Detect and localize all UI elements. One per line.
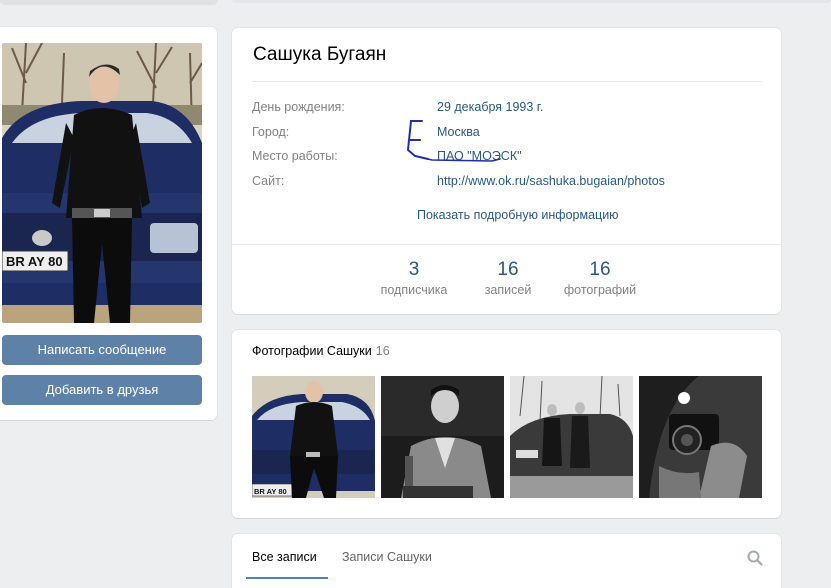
photo-image: BR AY 80 <box>252 376 375 498</box>
city-link[interactable]: Москва <box>437 125 480 139</box>
photo-image <box>639 376 762 498</box>
info-row-city: Город: Москва <box>252 125 762 145</box>
counter-number: 16 <box>497 259 519 280</box>
show-more-info-link[interactable]: Показать подробную информацию <box>417 208 619 222</box>
tab-own-posts[interactable]: Записи Сашуки <box>342 550 432 564</box>
profile-divider <box>252 81 762 82</box>
info-row-work: Место работы: ПАО "МОЭСК" <box>252 149 762 169</box>
tab-all-posts[interactable]: Все записи <box>252 550 317 564</box>
birthday-link[interactable]: 29 декабря 1993 г. <box>437 100 543 114</box>
counter-number: 3 <box>408 259 420 280</box>
photo-thumb-3[interactable] <box>510 376 633 498</box>
info-row-site: Сайт: http://www.ok.ru/sashuka.bugaian/p… <box>252 174 762 194</box>
photos-header[interactable]: Фотографии Сашуки 16 <box>252 344 390 358</box>
profile-name: Сашука Бугаян <box>253 44 387 65</box>
thumb-plate-text: BR AY 80 <box>254 487 287 496</box>
counter-label: подписчика <box>380 283 448 297</box>
counter-posts[interactable]: 16 записей <box>470 259 546 297</box>
info-row-birthday: День рождения: 29 декабря 1993 г. <box>252 100 762 120</box>
info-label: Город: <box>252 125 290 139</box>
photo-image <box>510 376 633 498</box>
send-message-button[interactable]: Написать сообщение <box>2 335 202 365</box>
avatar-image: BR AY 80 <box>2 43 202 323</box>
photo-thumb-1[interactable]: BR AY 80 <box>252 376 375 498</box>
profile-card: Сашука Бугаян День рождения: 29 декабря … <box>232 28 781 314</box>
counter-label: фотографий <box>563 283 637 297</box>
site-link[interactable]: http://www.ok.ru/sashuka.bugaian/photos <box>437 174 665 188</box>
avatar-card: BR AY 80 Написать сообщение Добавить в д… <box>0 27 217 420</box>
add-friend-button[interactable]: Добавить в друзья <box>2 375 202 405</box>
photo-thumb-4[interactable] <box>639 376 762 498</box>
active-tab-indicator <box>246 577 328 579</box>
top-strip <box>0 0 831 12</box>
top-strip-right <box>232 0 831 3</box>
photos-card: Фотографии Сашуки 16 BR AY 80 <box>232 330 781 518</box>
work-link[interactable]: ПАО "МОЭСК" <box>437 149 522 163</box>
photo-image <box>381 376 504 498</box>
info-label: Сайт: <box>252 174 285 188</box>
avatar-photo[interactable]: BR AY 80 <box>2 43 202 323</box>
photos-title: Фотографии Сашуки <box>252 344 372 358</box>
posts-card: Все записи Записи Сашуки <box>232 534 781 588</box>
avatar-plate-text: BR AY 80 <box>6 254 63 269</box>
counter-number: 16 <box>589 259 611 280</box>
photos-count: 16 <box>375 344 390 358</box>
counters-bar: 3 подписчика 16 записей 16 фотографий <box>232 244 781 314</box>
counter-label: записей <box>484 283 532 297</box>
info-label: Место работы: <box>252 149 338 163</box>
counter-followers[interactable]: 3 подписчика <box>372 259 456 297</box>
counter-photos[interactable]: 16 фотографий <box>556 259 644 297</box>
top-strip-left <box>0 0 218 5</box>
info-label: День рождения: <box>252 100 345 114</box>
search-icon[interactable] <box>747 550 763 566</box>
photo-thumb-2[interactable] <box>381 376 504 498</box>
